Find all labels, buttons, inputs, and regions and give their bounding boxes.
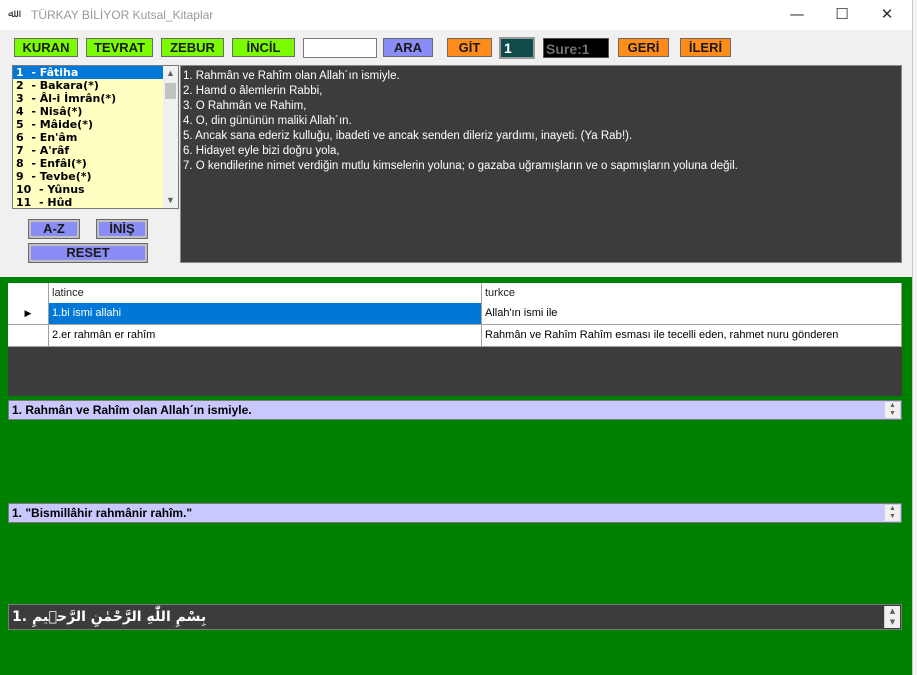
verse-line: 4. O, din gününün maliki Allah´ın. (183, 115, 352, 127)
background-window-edge (912, 0, 917, 675)
surah-list-scrollbar[interactable]: ▲ ▼ (163, 66, 178, 208)
column-header-latince[interactable]: latince (49, 283, 482, 305)
ara-button[interactable]: ARA (383, 38, 433, 57)
row-header-corner (8, 283, 49, 305)
window-title: TÜRKAY BİLİYOR Kutsal_Kitaplar (31, 8, 214, 22)
list-item[interactable]: 8 - Enfâl(*) (13, 157, 178, 170)
maximize-icon[interactable]: ☐ (819, 0, 865, 30)
table-row[interactable]: 2.er rahmân er rahîm Rahmân ve Rahîm Rah… (8, 325, 902, 347)
latince-cell[interactable]: 2.er rahmân er rahîm (49, 325, 482, 347)
app-window: ﷲ TÜRKAY BİLİYOR Kutsal_Kitaplar — ☐ ✕ K… (0, 0, 912, 675)
row-selector[interactable] (8, 325, 49, 347)
verse-line: 6. Hidayet eyle bizi doğru yola, (183, 145, 340, 157)
git-button[interactable]: GİT (447, 38, 492, 57)
okunus-text: 1. "Bismillâhir rahmânir rahîm." (12, 506, 193, 520)
zebur-button[interactable]: ZEBUR (161, 38, 224, 57)
kuran-button[interactable]: KURAN (14, 38, 78, 57)
list-item[interactable]: 9 - Tevbe(*) (13, 170, 178, 183)
app-icon: ﷲ (8, 7, 15, 20)
sort-desc-button[interactable]: İNİŞ (96, 219, 148, 239)
verse-line: 2. Hamd o âlemlerin Rabbi, (183, 85, 323, 97)
okunus-textbox[interactable]: 1. "Bismillâhir rahmânir rahîm." ▲ ▼ (8, 503, 902, 523)
meal-scroll-icon[interactable]: ▲ ▼ (884, 402, 900, 418)
sure-indicator: Sure:1 (543, 38, 609, 58)
list-item[interactable]: 2 - Bakara(*) (13, 79, 178, 92)
scrollbar-thumb[interactable] (165, 83, 176, 99)
table-row[interactable]: ▶ 1.bi ismi allahi Allah'ın ismi ile (8, 303, 902, 325)
word-grid[interactable]: latince turkce ▶ 1.bi ismi allahi Allah'… (8, 283, 902, 396)
arabic-text: بِسْمِ اللّٰهِ الرَّحْمٰنِ الرَّح۪يمِ .1 (12, 609, 207, 625)
close-icon[interactable]: ✕ (864, 0, 910, 30)
geri-button[interactable]: GERİ (618, 38, 669, 57)
scroll-up-icon[interactable]: ▲ (163, 66, 178, 81)
arabic-textbox[interactable]: بِسْمِ اللّٰهِ الرَّحْمٰنِ الرَّح۪يمِ .1… (8, 604, 902, 630)
scroll-down-icon[interactable]: ▼ (163, 193, 178, 208)
search-input[interactable] (303, 38, 377, 58)
verses-panel[interactable]: 1. Rahmân ve Rahîm olan Allah´ın ismiyle… (180, 65, 902, 263)
list-item[interactable]: 1 - Fâtiha (13, 66, 163, 79)
verse-line: 5. Ancak sana ederiz kulluğu, ibadeti ve… (183, 130, 633, 142)
reset-button[interactable]: RESET (28, 243, 148, 263)
meal-textbox[interactable]: 1. Rahmân ve Rahîm olan Allah´ın ismiyle… (8, 400, 902, 420)
list-item[interactable]: 6 - En'âm (13, 131, 178, 144)
list-item[interactable]: 4 - Nisâ(*) (13, 105, 178, 118)
list-item[interactable]: 7 - A'râf (13, 144, 178, 157)
incil-button[interactable]: İNCİL (232, 38, 295, 57)
list-item[interactable]: 5 - Mâide(*) (13, 118, 178, 131)
minimize-icon[interactable]: — (774, 0, 820, 30)
verse-number-input[interactable]: 1 (499, 37, 535, 59)
ileri-button[interactable]: İLERİ (680, 38, 731, 57)
okunus-scroll-icon[interactable]: ▲ ▼ (884, 505, 900, 521)
verse-line: 3. O Rahmân ve Rahim, (183, 100, 307, 112)
row-selector-icon[interactable]: ▶ (8, 303, 49, 325)
list-item[interactable]: 11 - Hûd (13, 196, 178, 208)
turkce-cell[interactable]: Rahmân ve Rahîm Rahîm esması ile tecelli… (482, 325, 902, 347)
column-header-turkce[interactable]: turkce (482, 283, 902, 305)
surah-list[interactable]: 1 - Fâtiha 2 - Bakara(*) 3 - Âl-i İmrân(*)… (12, 65, 179, 209)
sort-az-button[interactable]: A-Z (28, 219, 80, 239)
list-item[interactable]: 3 - Âl-i İmrân(*) (13, 92, 178, 105)
tevrat-button[interactable]: TEVRAT (86, 38, 153, 57)
turkce-cell[interactable]: Allah'ın ismi ile (482, 303, 902, 325)
grid-header-row: latince turkce (8, 283, 902, 305)
verse-line: 7. O kendilerine nimet verdiğin mutlu ki… (183, 160, 738, 172)
arabic-scroll-icon[interactable]: ▲ ▼ (884, 606, 900, 628)
title-bar[interactable]: ﷲ TÜRKAY BİLİYOR Kutsal_Kitaplar — ☐ ✕ (0, 0, 912, 30)
meal-text: 1. Rahmân ve Rahîm olan Allah´ın ismiyle… (12, 403, 252, 417)
verse-line: 1. Rahmân ve Rahîm olan Allah´ın ismiyle… (183, 70, 400, 82)
list-item[interactable]: 10 - Yûnus (13, 183, 178, 196)
latince-cell[interactable]: 1.bi ismi allahi (49, 303, 482, 325)
